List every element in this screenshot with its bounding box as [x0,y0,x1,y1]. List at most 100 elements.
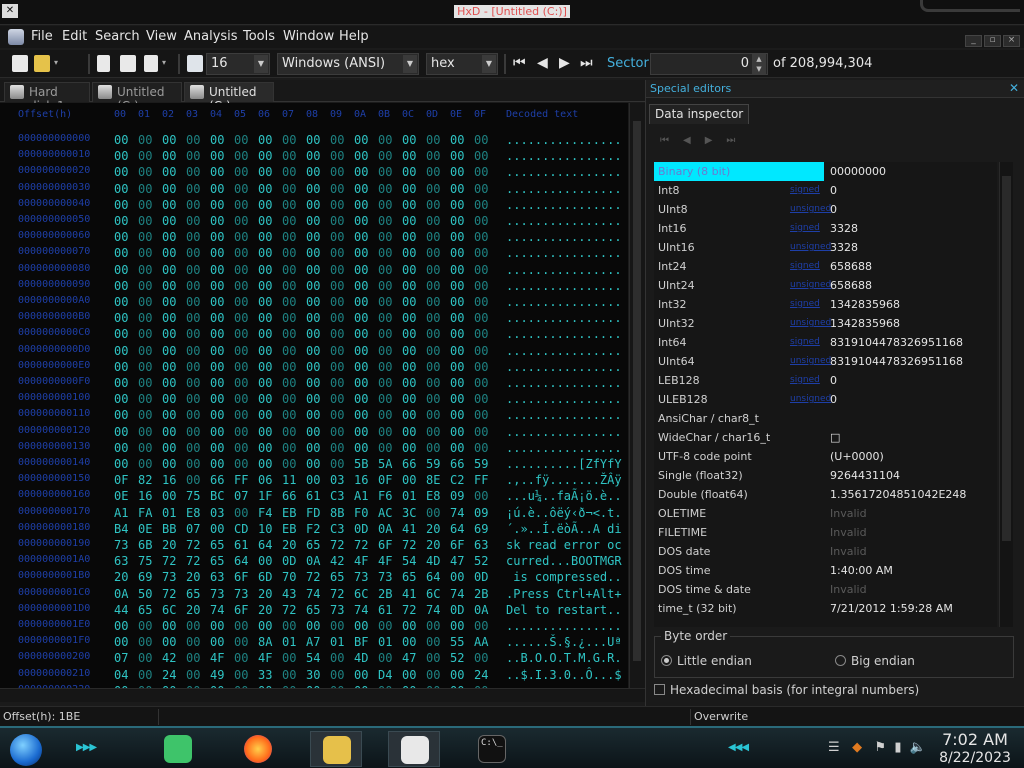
start-button[interactable] [10,734,42,766]
hex-byte[interactable]: 54 [306,651,326,665]
signedness-link[interactable]: unsigned [790,318,831,328]
hex-byte[interactable]: 00 [330,327,350,341]
hex-byte[interactable]: D4 [378,668,398,682]
hex-byte[interactable]: 00 [258,344,278,358]
hex-byte[interactable]: 00 [258,263,278,277]
decoded-text[interactable]: ................ [506,311,622,325]
hex-byte[interactable]: 00 [330,246,350,260]
hex-byte[interactable]: 00 [330,230,350,244]
hex-byte[interactable]: 00 [210,425,230,439]
hex-byte[interactable]: 00 [258,425,278,439]
hex-byte[interactable]: 00 [138,295,158,309]
properties-icon[interactable] [144,55,158,72]
hex-byte[interactable]: 00 [402,133,422,147]
hex-byte[interactable]: 00 [210,165,230,179]
hex-byte[interactable]: 00 [114,344,134,358]
hex-byte[interactable]: 66 [210,473,230,487]
inspector-row[interactable]: ULEB128 unsigned 0 [654,390,997,409]
hex-byte[interactable]: 00 [258,327,278,341]
hex-byte[interactable]: 00 [474,651,494,665]
hex-byte[interactable]: 00 [186,425,206,439]
inspector-value[interactable]: □ [830,431,840,444]
hex-byte[interactable]: 01 [162,506,182,520]
inspector-row[interactable]: Single (float32) 9264431104 [654,466,997,485]
new-file-icon[interactable] [12,55,28,72]
hex-byte[interactable]: 00 [258,376,278,390]
hex-byte[interactable]: 01 [330,635,350,649]
hex-byte[interactable]: 00 [306,441,326,455]
hex-byte[interactable]: 00 [138,441,158,455]
hex-byte[interactable]: 00 [138,327,158,341]
signedness-link[interactable]: unsigned [790,394,831,404]
hex-byte[interactable]: 72 [186,554,206,568]
hex-byte[interactable]: 0E [138,522,158,536]
hex-byte[interactable]: 52 [474,554,494,568]
hex-byte[interactable]: 04 [114,668,134,682]
hex-byte[interactable]: 00 [402,246,422,260]
inspector-value[interactable]: 658688 [830,260,872,273]
hex-byte[interactable]: 00 [114,149,134,163]
inspector-value[interactable]: 1342835968 [830,317,900,330]
hex-byte[interactable]: 00 [186,230,206,244]
hex-byte[interactable]: 00 [210,182,230,196]
signedness-link[interactable]: signed [790,185,820,195]
hex-byte[interactable]: 4D [354,651,374,665]
hex-byte[interactable]: 00 [306,295,326,309]
hex-byte[interactable]: 00 [450,230,470,244]
hex-byte[interactable]: FD [306,506,326,520]
hex-byte[interactable]: 11 [282,473,302,487]
big-endian-radio[interactable]: Big endian [835,654,915,668]
hex-byte[interactable]: 00 [306,408,326,422]
decoded-text[interactable]: ................ [506,246,622,260]
hex-byte[interactable]: 00 [162,230,182,244]
taskbar-app-firefox[interactable] [232,731,284,767]
hex-byte[interactable]: 00 [354,360,374,374]
hex-byte[interactable]: 00 [186,408,206,422]
decoded-text[interactable]: ................ [506,295,622,309]
hex-byte[interactable]: 73 [162,570,182,584]
hex-byte[interactable]: 64 [234,554,254,568]
hex-byte[interactable]: 00 [162,635,182,649]
hex-byte[interactable]: 00 [258,457,278,471]
hex-byte[interactable]: 20 [282,538,302,552]
open-dropdown-icon[interactable]: ▾ [54,58,58,67]
hex-byte[interactable]: 6F [234,570,254,584]
hex-byte[interactable]: 00 [378,165,398,179]
hex-byte[interactable]: 00 [306,214,326,228]
hex-byte[interactable]: 00 [330,392,350,406]
hex-byte[interactable]: 00 [402,473,422,487]
hex-byte[interactable]: 00 [450,295,470,309]
hex-byte[interactable]: 00 [210,230,230,244]
hex-byte[interactable]: 63 [114,554,134,568]
hex-byte[interactable]: 00 [186,263,206,277]
hex-byte[interactable]: 00 [474,376,494,390]
hex-byte[interactable]: 00 [354,214,374,228]
hex-byte[interactable]: 00 [402,376,422,390]
hex-byte[interactable]: 00 [138,635,158,649]
hex-byte[interactable]: 00 [138,344,158,358]
menu-analysis[interactable]: Analysis [184,29,238,44]
battery-icon[interactable]: ▮ [894,740,901,755]
decoded-text[interactable]: .Press Ctrl+Alt+ [506,587,622,601]
hex-byte[interactable]: 69 [138,570,158,584]
inspector-value[interactable]: 00000000 [830,165,886,178]
hex-byte[interactable]: 00 [210,441,230,455]
hex-byte[interactable]: 00 [210,295,230,309]
hex-byte[interactable]: 00 [474,133,494,147]
hex-byte[interactable]: 00 [210,246,230,260]
hex-byte[interactable]: 00 [426,425,446,439]
hex-byte[interactable]: 42 [330,554,350,568]
hex-byte[interactable]: 00 [378,263,398,277]
hex-byte[interactable]: 00 [450,214,470,228]
hex-byte[interactable]: 00 [186,214,206,228]
inspector-row[interactable]: time_t (32 bit) 7/21/2012 1:59:28 AM [654,599,997,618]
hex-byte[interactable]: 00 [282,327,302,341]
hex-byte[interactable]: 00 [282,230,302,244]
hex-byte[interactable]: 24 [474,668,494,682]
hex-byte[interactable]: 00 [114,133,134,147]
hex-byte[interactable]: 00 [138,651,158,665]
hex-byte[interactable]: 00 [426,635,446,649]
hex-byte[interactable]: 00 [306,619,326,633]
hex-byte[interactable]: 20 [258,603,278,617]
hex-byte[interactable]: 00 [306,230,326,244]
